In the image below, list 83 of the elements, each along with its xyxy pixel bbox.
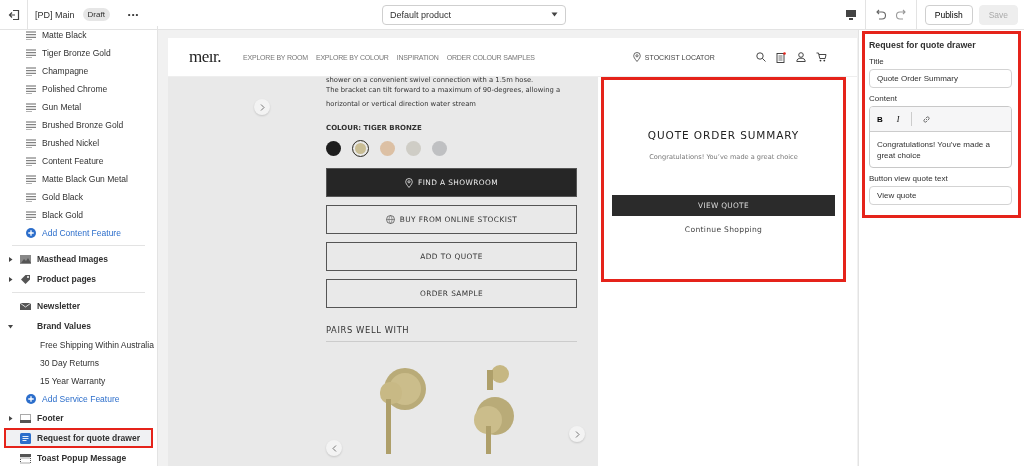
rich-text-editor[interactable]: B I Congratulations! You’ve made a great choice	[869, 106, 1012, 168]
sidebar-item[interactable]: Black Gold	[4, 206, 153, 224]
globe-icon	[385, 215, 395, 224]
panel-title: Request for quote drawer	[869, 40, 977, 50]
sidebar-item[interactable]: Matte Black	[4, 26, 153, 44]
caret-icon	[8, 415, 13, 421]
more-button[interactable]: •••	[127, 10, 140, 19]
caret-icon	[8, 276, 13, 282]
sidebar-section[interactable]: Product pages	[4, 269, 153, 289]
redo-icon[interactable]	[894, 8, 908, 21]
sidebar-item[interactable]: Matte Black Gun Metal	[4, 170, 153, 188]
exit-icon[interactable]	[7, 8, 20, 21]
caret-icon	[551, 12, 558, 17]
colour-swatch[interactable]	[432, 141, 447, 156]
colour-swatch[interactable]	[352, 140, 369, 157]
sidebar-item[interactable]: Polished Chrome	[4, 80, 153, 98]
chevron-right-icon	[574, 430, 580, 438]
sidebar-item[interactable]: Brushed Bronze Gold	[4, 116, 153, 134]
sidebar-item[interactable]: Brushed Nickel	[4, 134, 153, 152]
theme-title: [PD] Main	[35, 9, 75, 20]
chevron-right-icon	[259, 103, 265, 111]
image-icon	[20, 253, 31, 265]
tag-icon	[20, 273, 31, 285]
link-icon[interactable]	[922, 114, 932, 124]
bold-button[interactable]: B	[875, 114, 885, 124]
text-block-icon	[26, 192, 36, 202]
add-icon	[26, 228, 36, 238]
sidebar-item[interactable]: 15 Year Warranty	[4, 372, 153, 390]
field-label: Button view quote text	[869, 174, 949, 183]
drawer-title: QUOTE ORDER SUMMARY	[647, 129, 800, 141]
sidebar-section[interactable]: Brand Values	[4, 316, 153, 336]
text-block-icon	[26, 48, 36, 58]
clipboard-icon[interactable]	[776, 51, 786, 63]
add-icon	[26, 394, 36, 404]
text-block-icon	[26, 102, 36, 112]
colour-swatch[interactable]	[406, 141, 421, 156]
text-block-icon	[26, 156, 36, 166]
text-block-icon	[26, 210, 36, 220]
colour-swatch[interactable]	[326, 141, 341, 156]
sidebar-item[interactable]: Gun Metal	[4, 98, 153, 116]
sidebar-item[interactable]: Free Shipping Within Australia	[4, 336, 153, 354]
publish-button[interactable]: Publish	[924, 4, 973, 25]
italic-button[interactable]: I	[894, 114, 902, 124]
envelope-icon	[20, 300, 31, 312]
text-block-icon	[26, 30, 36, 40]
sidebar-section[interactable]: Request for quote drawer	[4, 428, 153, 448]
chevron-left-icon	[331, 444, 337, 452]
caret-icon	[8, 323, 13, 329]
text-block-icon	[26, 174, 36, 184]
add-link[interactable]: Add Service Feature	[4, 390, 153, 408]
document-icon	[20, 432, 31, 444]
sidebar-item[interactable]: Tiger Bronze Gold	[4, 44, 153, 62]
sidebar-item[interactable]: Content Feature	[4, 152, 153, 170]
field-label: Title	[869, 57, 885, 66]
text-block-icon	[26, 84, 36, 94]
status-badge: Draft	[82, 8, 110, 21]
layout-icon	[20, 452, 31, 464]
text-block-icon	[26, 138, 36, 148]
colour-swatch[interactable]	[380, 141, 395, 156]
add-link[interactable]: Add Content Feature	[4, 224, 153, 242]
sidebar-item[interactable]: 30 Day Returns	[4, 354, 153, 372]
text-block-icon	[26, 120, 36, 130]
search-icon[interactable]	[756, 52, 766, 62]
layout-icon	[20, 412, 31, 424]
pin-icon	[632, 52, 641, 62]
pin-icon	[405, 177, 414, 188]
sidebar-section[interactable]: Footer	[4, 408, 153, 428]
text-field[interactable]: View quote	[869, 186, 1012, 205]
text-block-icon	[26, 66, 36, 76]
cart-icon[interactable]	[816, 52, 827, 62]
template-select[interactable]: Default product	[382, 4, 566, 25]
user-icon[interactable]	[796, 52, 806, 62]
text-field[interactable]: Quote Order Summary	[869, 69, 1012, 88]
sidebar-section[interactable]: Masthead Images	[4, 249, 153, 269]
caret-icon	[8, 256, 13, 262]
sidebar-item[interactable]: Champagne	[4, 62, 153, 80]
sidebar-section[interactable]: Toast Popup Message	[4, 448, 153, 466]
sidebar-section[interactable]: Newsletter	[4, 296, 153, 316]
store-logo[interactable]: meır.	[189, 47, 221, 67]
section-heading: PAIRS WELL WITH	[326, 325, 577, 342]
desktop-icon[interactable]	[844, 8, 857, 21]
field-label: Content	[869, 94, 899, 103]
sidebar-item[interactable]: Gold Black	[4, 188, 153, 206]
